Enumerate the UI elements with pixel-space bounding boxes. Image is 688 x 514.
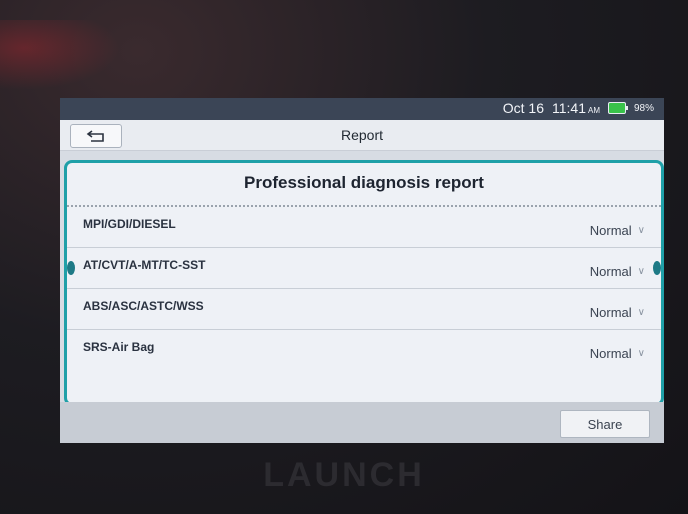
row-status-text: Normal — [589, 264, 632, 279]
report-row[interactable]: MPI/GDI/DIESEL Normal ∨ — [67, 207, 661, 248]
status-ampm: AM — [587, 106, 600, 115]
chevron-down-icon: ∨ — [637, 225, 645, 236]
battery-percent: 98% — [633, 102, 654, 114]
row-status[interactable]: Normal ∨ — [590, 264, 645, 279]
status-bar-right: Oct 16 11:41 AM 98% — [503, 100, 654, 116]
status-time: 11:41 — [551, 100, 586, 116]
chevron-down-icon: ∨ — [637, 348, 645, 359]
row-system-label: ABS/ASC/ASTC/WSS — [83, 299, 204, 313]
row-status[interactable]: Normal ∨ — [590, 346, 645, 361]
row-status-text: Normal — [589, 305, 632, 320]
row-status[interactable]: Normal ∨ — [590, 305, 645, 320]
row-status-text: Normal — [589, 223, 632, 238]
row-system-label: AT/CVT/A-MT/TC-SST — [83, 258, 206, 272]
report-row[interactable]: SRS-Air Bag Normal ∨ — [67, 330, 661, 370]
report-header: Professional diagnosis report — [67, 163, 661, 207]
title-bar: Report — [60, 120, 664, 151]
row-system-label: SRS-Air Bag — [83, 340, 155, 354]
row-status-text: Normal — [589, 346, 632, 361]
report-row[interactable]: AT/CVT/A-MT/TC-SST Normal ∨ — [67, 248, 661, 289]
status-time-wrap: 11:41 AM — [552, 100, 600, 116]
chevron-down-icon: ∨ — [637, 266, 645, 277]
screen: Oct 16 11:41 AM 98% Report Professional d… — [60, 98, 664, 443]
row-status[interactable]: Normal ∨ — [590, 223, 645, 238]
report-title: Professional diagnosis report — [244, 173, 484, 192]
page-title: Report — [340, 127, 384, 143]
status-date: Oct 16 — [502, 100, 544, 116]
report-row[interactable]: ABS/ASC/ASTC/WSS Normal ∨ — [67, 289, 661, 330]
battery-icon — [607, 102, 628, 114]
bottom-bar: Share — [60, 402, 664, 443]
bezel-glare — [0, 20, 120, 90]
status-bar: Oct 16 11:41 AM 98% — [60, 98, 664, 120]
report-card: Professional diagnosis report MPI/GDI/DI… — [64, 160, 664, 406]
row-system-label: MPI/GDI/DIESEL — [83, 217, 176, 231]
device-brand: LAUNCH — [263, 456, 425, 494]
share-button[interactable]: Share — [560, 410, 650, 438]
chevron-down-icon: ∨ — [637, 307, 645, 318]
